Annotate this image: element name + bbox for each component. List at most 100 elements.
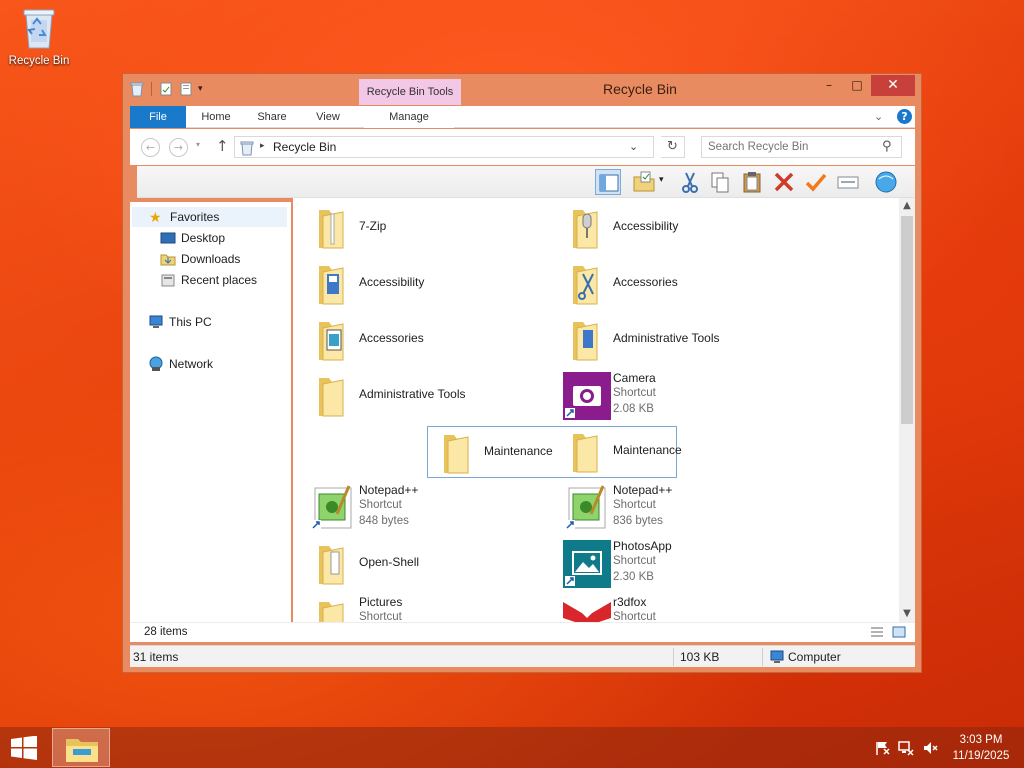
search-box[interactable]: ⚲ <box>701 136 902 158</box>
properties-dropdown-icon[interactable]: ▾ <box>659 175 664 185</box>
taskbar-file-explorer-button[interactable] <box>52 728 110 767</box>
folder-document-icon <box>573 322 598 361</box>
select-button[interactable] <box>835 169 861 195</box>
item-name: PhotosApp <box>613 539 672 553</box>
item-size: 848 bytes <box>359 515 409 527</box>
list-item[interactable]: Accessories <box>557 258 807 310</box>
preview-pane-icon <box>599 174 619 192</box>
sidebar-item-desktop[interactable]: Desktop <box>160 228 225 248</box>
list-item[interactable]: Accessories <box>303 314 553 366</box>
tab-manage[interactable]: Manage <box>364 106 454 128</box>
properties-button[interactable] <box>631 169 657 195</box>
internet-button[interactable] <box>873 169 899 195</box>
preview-pane-button[interactable] <box>595 169 621 195</box>
list-item[interactable]: Camera Shortcut 2.08 KB <box>557 370 807 422</box>
address-dropdown-icon[interactable]: ⌄ <box>629 140 638 153</box>
recent-places-icon <box>161 274 175 287</box>
copy-button[interactable] <box>707 169 733 195</box>
folder-icon <box>444 435 469 474</box>
tab-view[interactable]: View <box>306 106 350 128</box>
paste-button[interactable] <box>739 169 765 195</box>
item-type: Shortcut <box>613 387 656 399</box>
network-tray-icon[interactable] <box>898 740 914 756</box>
list-item[interactable]: r3dfox Shortcut <box>557 594 807 622</box>
delete-icon <box>774 172 794 192</box>
item-count: 28 items <box>144 626 188 638</box>
list-item[interactable]: Administrative Tools <box>303 370 553 422</box>
minimize-button[interactable]: – <box>815 75 843 96</box>
address-bar-row: ← → ▾ ↑ ▸ Recycle Bin ⌄ ↻ ⚲ <box>130 129 915 165</box>
tab-home[interactable]: Home <box>192 106 240 128</box>
details-view-icon[interactable] <box>870 626 884 638</box>
list-item[interactable]: Notepad++ Shortcut 848 bytes <box>303 482 553 534</box>
list-item[interactable]: Open-Shell <box>303 538 553 590</box>
item-type: Shortcut <box>359 611 402 622</box>
list-item[interactable]: 7-Zip <box>303 202 553 254</box>
help-button[interactable]: ? <box>897 109 912 124</box>
desktop-icon-recycle-bin[interactable]: Recycle Bin <box>4 6 74 67</box>
forward-button[interactable]: → <box>169 138 188 157</box>
rename-button[interactable] <box>803 169 829 195</box>
sidebar-item-this-pc[interactable]: This PC <box>148 312 212 332</box>
item-type: Shortcut <box>613 611 656 622</box>
paste-icon <box>743 172 761 193</box>
volume-muted-icon[interactable] <box>922 740 938 756</box>
clock[interactable]: 3:03 PM 11/19/2025 <box>946 732 1016 764</box>
sidebar-item-recent-places[interactable]: Recent places <box>160 270 257 290</box>
status-divider <box>673 648 674 666</box>
items-count-bar: 28 items <box>130 622 915 642</box>
close-button[interactable]: ✕ <box>871 75 915 96</box>
folder-icon <box>319 602 344 622</box>
explorer-window: ▾ Recycle Bin Tools Recycle Bin – □ ✕ Fi… <box>122 73 922 673</box>
search-input[interactable] <box>702 137 877 157</box>
photos-icon <box>563 540 611 588</box>
expand-ribbon-icon[interactable]: ⌄ <box>874 110 883 123</box>
sidebar-item-downloads[interactable]: Downloads <box>160 249 240 269</box>
folder-document-icon <box>319 546 344 585</box>
action-center-flag-icon[interactable] <box>874 740 890 756</box>
scrollbar-thumb[interactable] <box>901 216 913 424</box>
refresh-button[interactable]: ↻ <box>661 136 685 158</box>
address-field[interactable]: ▸ Recycle Bin ⌄ <box>234 136 654 158</box>
list-item[interactable]: Pictures Shortcut <box>303 594 553 622</box>
desktop-icon-label: Recycle Bin <box>8 55 70 67</box>
folder-icon <box>319 210 344 249</box>
title-bar[interactable]: ▾ Recycle Bin Tools Recycle Bin – □ ✕ <box>123 74 921 106</box>
back-button[interactable]: ← <box>141 138 160 157</box>
tab-share[interactable]: Share <box>250 106 294 128</box>
search-icon[interactable]: ⚲ <box>882 139 892 154</box>
breadcrumb-chevron-icon[interactable]: ▸ <box>260 141 265 151</box>
recent-locations-icon[interactable]: ▾ <box>196 140 200 149</box>
scroll-up-icon[interactable]: ▲ <box>899 198 915 214</box>
maximize-button[interactable]: □ <box>843 75 871 96</box>
sidebar-item-label: Favorites <box>170 210 220 224</box>
vertical-scrollbar[interactable]: ▲ ▼ <box>899 198 915 622</box>
cut-button[interactable] <box>677 169 703 195</box>
delete-button[interactable] <box>771 169 797 195</box>
navigation-pane: ★ Favorites Desktop Downloads Recent pla… <box>130 202 291 622</box>
status-bar: 31 items 103 KB Computer <box>130 645 915 667</box>
sidebar-item-network[interactable]: Network <box>148 354 213 374</box>
computer-icon <box>770 650 784 663</box>
list-item[interactable]: Accessibility <box>303 258 553 310</box>
list-item[interactable]: Notepad++ Shortcut 836 bytes <box>557 482 807 534</box>
folder-tools-icon <box>573 266 598 305</box>
list-item[interactable]: PhotosApp Shortcut 2.30 KB <box>557 538 807 590</box>
status-size: 103 KB <box>680 650 720 664</box>
folder-microphone-icon <box>573 210 598 249</box>
sidebar-item-favorites[interactable]: ★ Favorites <box>132 207 287 227</box>
scroll-down-icon[interactable]: ▼ <box>899 606 915 622</box>
large-icons-view-icon[interactable] <box>892 626 906 638</box>
up-button[interactable]: ↑ <box>216 137 229 155</box>
breadcrumb[interactable]: Recycle Bin <box>273 140 336 154</box>
start-button[interactable] <box>10 736 38 760</box>
tab-file[interactable]: File <box>130 106 186 128</box>
list-item[interactable]: Maintenance <box>557 426 807 478</box>
list-item[interactable]: Accessibility <box>557 202 807 254</box>
list-item[interactable]: Administrative Tools <box>557 314 807 366</box>
item-name: Notepad++ <box>359 483 419 497</box>
recycle-bin-icon <box>23 9 55 49</box>
notepad-plus-plus-icon <box>311 485 352 530</box>
item-name: Accessibility <box>359 275 425 289</box>
computer-icon <box>149 315 163 328</box>
